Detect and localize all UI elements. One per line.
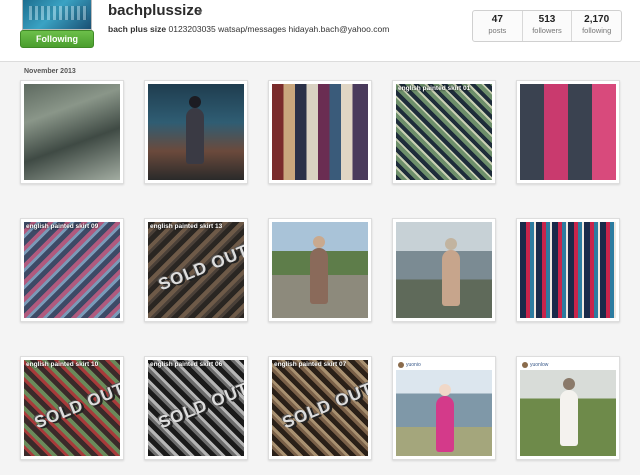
- photo-tile[interactable]: english painted skirt 01: [392, 80, 496, 184]
- photo-image: english painted skirt 10 SOLD OUT: [24, 360, 120, 456]
- photo-image: english painted skirt 13 SOLD OUT: [148, 222, 244, 318]
- sold-out-stamp: SOLD OUT: [155, 378, 244, 433]
- embedded-post-header: yuonlow: [520, 360, 616, 370]
- photo-image: yuonlow: [520, 360, 616, 456]
- stat-label: posts: [488, 26, 507, 35]
- stat-value: 47: [491, 14, 503, 25]
- photo-tile[interactable]: english painted skirt 13 SOLD OUT: [144, 218, 248, 322]
- photo-image: english painted skirt 09: [24, 222, 120, 318]
- photo-image: [396, 222, 492, 318]
- stat-label: following: [582, 26, 612, 35]
- stat-label: followers: [532, 26, 562, 35]
- photo-tile[interactable]: [516, 80, 620, 184]
- photo-caption: english painted skirt 13: [150, 223, 223, 230]
- photo-tile[interactable]: [268, 218, 372, 322]
- bio-name: bach plus size: [108, 24, 167, 34]
- avatar[interactable]: [22, 0, 92, 30]
- photo-tile[interactable]: english painted skirt 09: [20, 218, 124, 322]
- person-figure: [310, 236, 328, 304]
- sold-out-stamp: SOLD OUT: [155, 240, 244, 295]
- embedded-username: yuonlow: [530, 362, 549, 368]
- photo-image: [520, 84, 616, 180]
- photo-tile[interactable]: yuonio: [392, 356, 496, 460]
- profile-header: Following bachplussize ▼ bach plus size …: [0, 0, 640, 62]
- photo-tile[interactable]: [516, 218, 620, 322]
- person-figure: [436, 384, 454, 452]
- username[interactable]: bachplussize: [108, 2, 202, 19]
- photo-image: [148, 84, 244, 180]
- photo-image: [272, 222, 368, 318]
- following-button[interactable]: Following: [20, 30, 94, 48]
- bio-text: 0123203035 watsap/messages hidayah.bach@…: [168, 24, 390, 34]
- photo-caption: english painted skirt 01: [398, 85, 471, 92]
- photo-caption: english painted skirt 06: [150, 361, 223, 368]
- sold-out-stamp: SOLD OUT: [279, 378, 368, 433]
- stat-value: 513: [538, 14, 556, 25]
- stats-box: 47 posts 513 followers 2,170 following: [472, 10, 622, 42]
- photo-image: [24, 84, 120, 180]
- stat-value: 2,170: [584, 14, 610, 25]
- photo-tile[interactable]: [144, 80, 248, 184]
- stat-followers[interactable]: 513 followers: [523, 11, 573, 41]
- photo-tile[interactable]: english painted skirt 07 SOLD OUT: [268, 356, 372, 460]
- avatar-container: Following: [20, 0, 94, 48]
- profile-bio: bach plus size 0123203035 watsap/message…: [108, 24, 389, 34]
- photo-image: yuonio: [396, 360, 492, 456]
- photo-caption: english painted skirt 10: [26, 361, 99, 368]
- photo-image: [520, 222, 616, 318]
- embedded-post-header: yuonio: [396, 360, 492, 370]
- photo-image: english painted skirt 07 SOLD OUT: [272, 360, 368, 456]
- embedded-username: yuonio: [406, 362, 421, 368]
- photo-caption: english painted skirt 07: [274, 361, 347, 368]
- stat-following[interactable]: 2,170 following: [572, 11, 621, 41]
- person-figure: [442, 238, 460, 306]
- person-figure: [560, 378, 578, 446]
- photo-caption: english painted skirt 09: [26, 223, 99, 230]
- month-heading: November 2013: [24, 68, 76, 75]
- person-figure: [186, 96, 204, 164]
- photo-tile[interactable]: yuonlow: [516, 356, 620, 460]
- stat-posts[interactable]: 47 posts: [473, 11, 523, 41]
- photo-tile[interactable]: [392, 218, 496, 322]
- sold-out-stamp: SOLD OUT: [31, 378, 120, 433]
- photo-tile[interactable]: english painted skirt 06 SOLD OUT: [144, 356, 248, 460]
- chevron-down-icon[interactable]: ▼: [196, 8, 204, 17]
- photo-image: english painted skirt 01: [396, 84, 492, 180]
- photo-tile[interactable]: [20, 80, 124, 184]
- photo-tile[interactable]: [268, 80, 372, 184]
- photo-tile[interactable]: english painted skirt 10 SOLD OUT: [20, 356, 124, 460]
- photo-image: [272, 84, 368, 180]
- photo-image: english painted skirt 06 SOLD OUT: [148, 360, 244, 456]
